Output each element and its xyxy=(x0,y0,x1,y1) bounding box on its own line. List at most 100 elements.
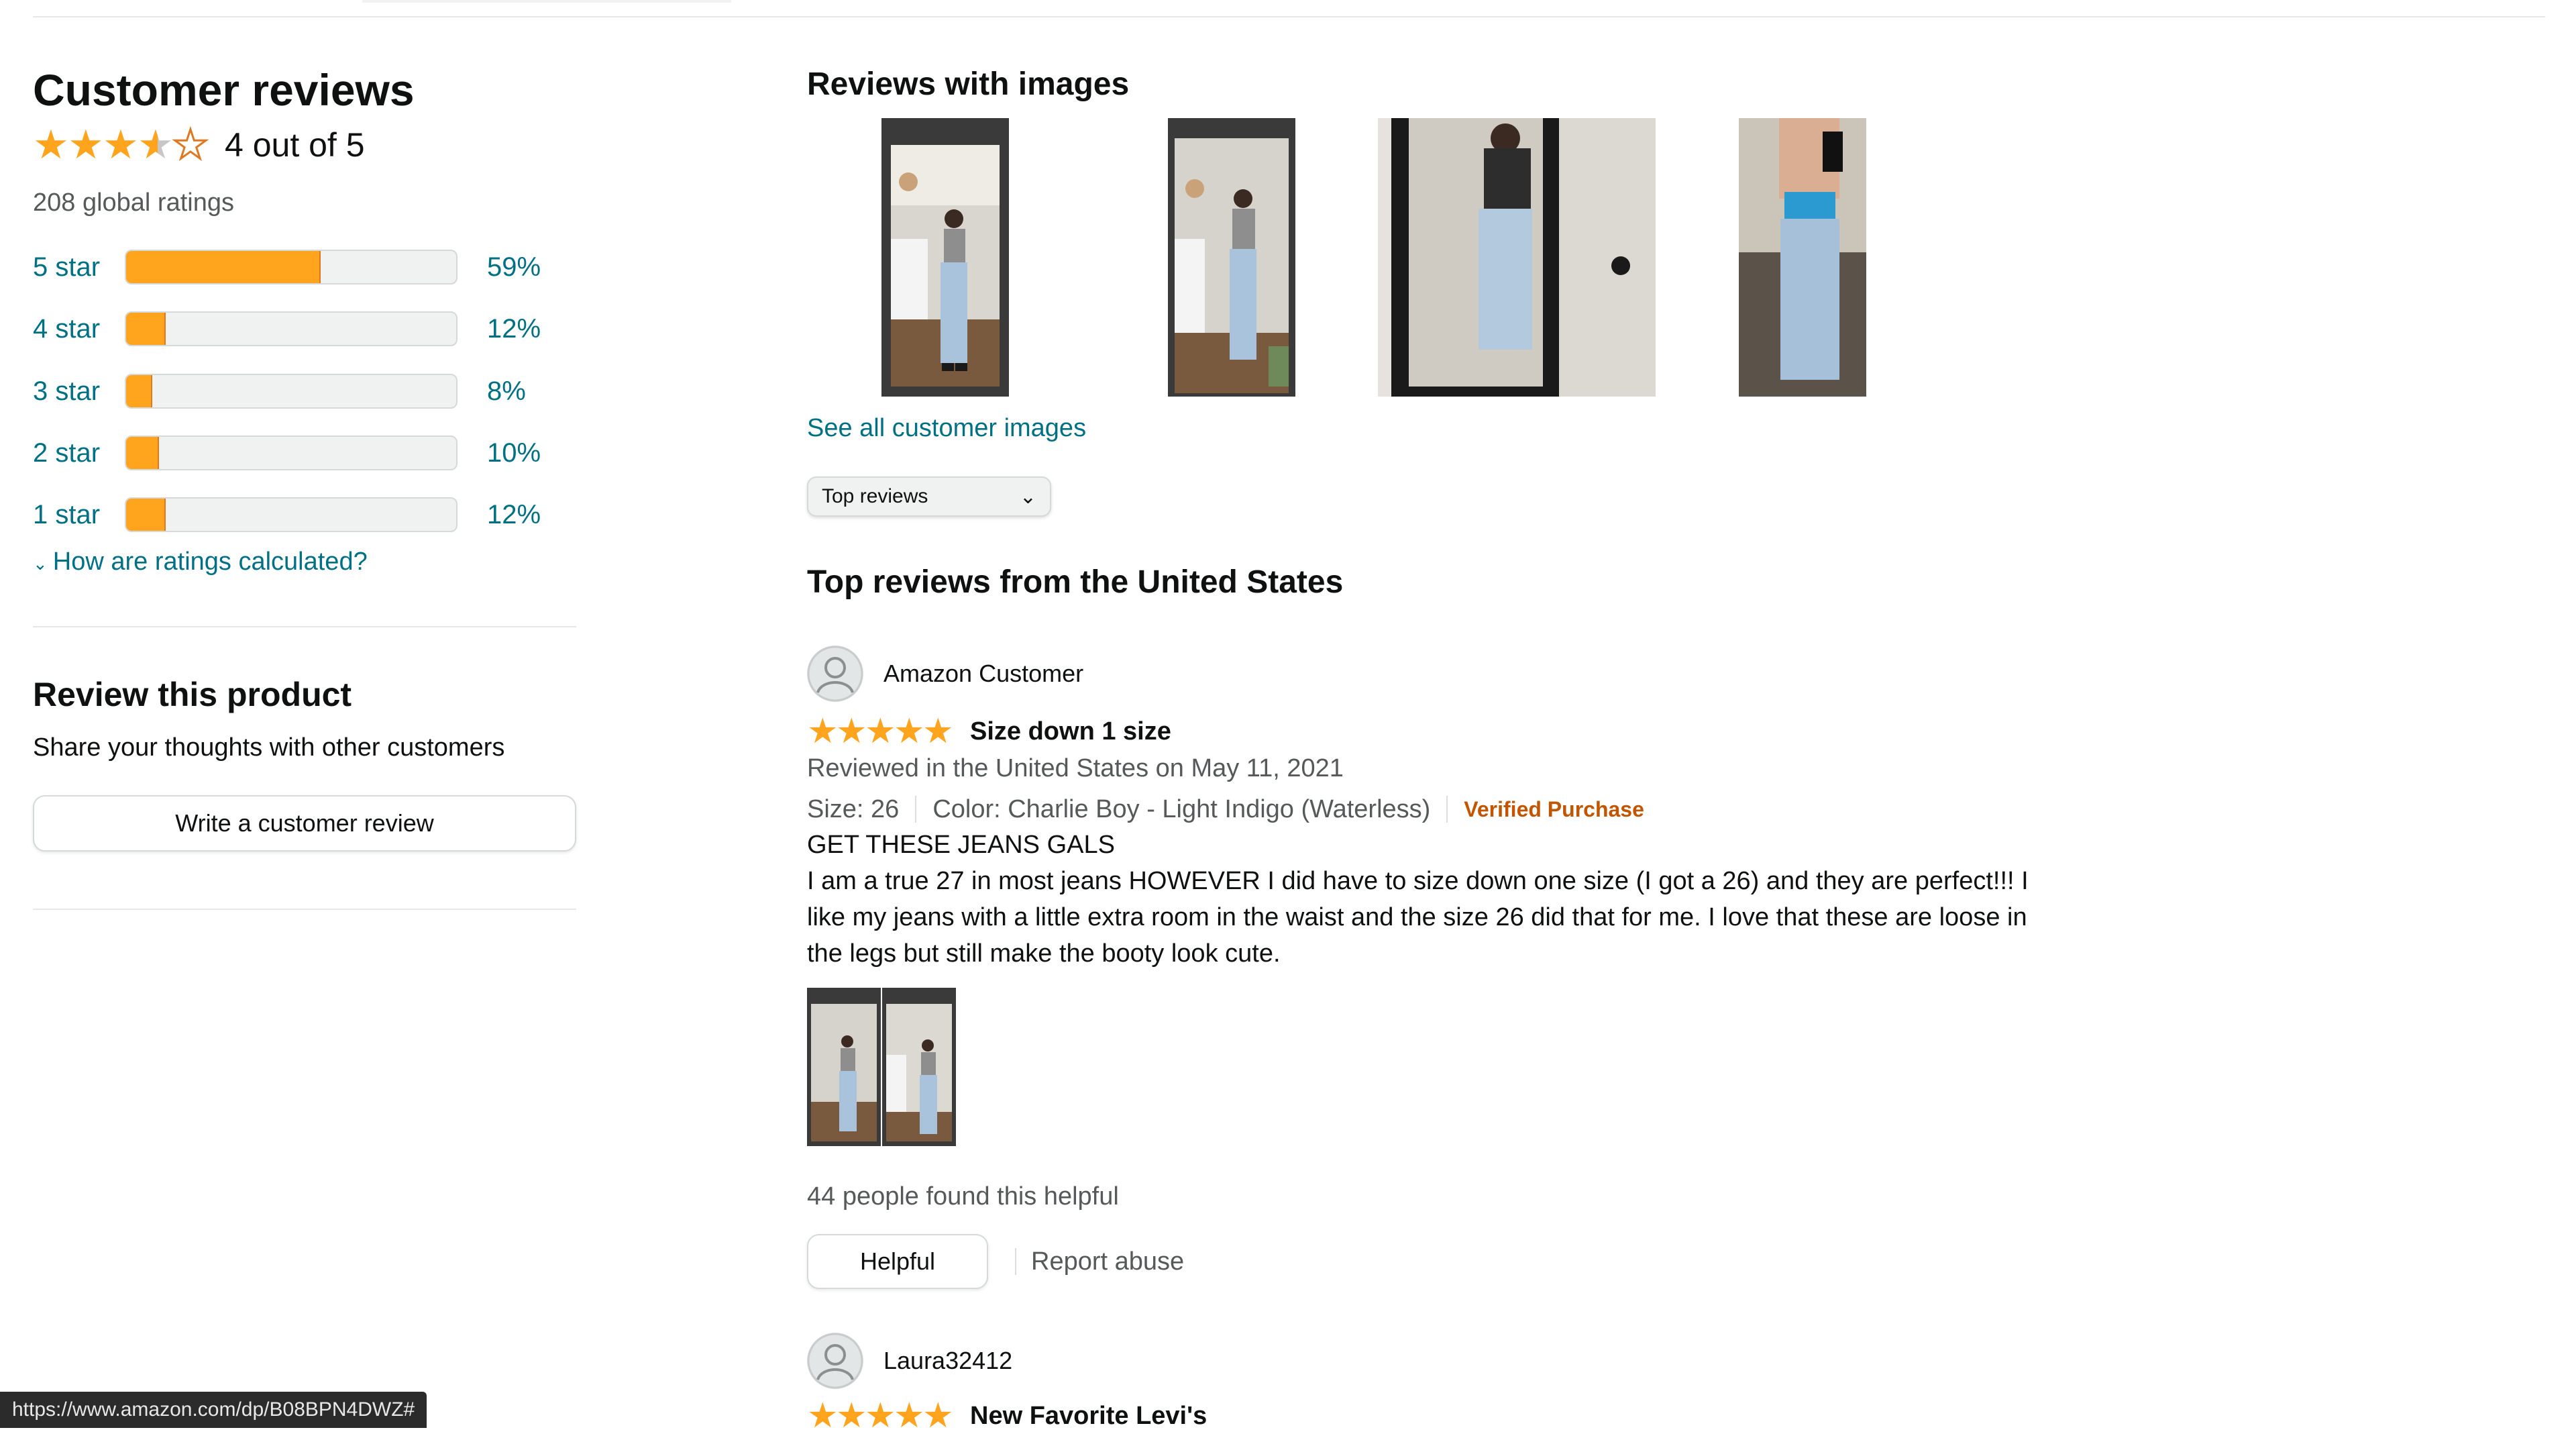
top-tab-edge xyxy=(362,0,731,3)
histogram-fill xyxy=(126,437,160,469)
histogram-percent[interactable]: 10% xyxy=(487,438,541,468)
helpful-button[interactable]: Helpful xyxy=(807,1234,988,1289)
report-abuse-link[interactable]: Report abuse xyxy=(1031,1247,1184,1276)
histogram-label[interactable]: 5 star xyxy=(33,252,125,283)
reviews-with-images-heading: Reviews with images xyxy=(807,66,1130,102)
histogram-row-4[interactable]: 4 star 12% xyxy=(33,305,576,352)
star-full-icon: ★ xyxy=(836,712,867,751)
how-ratings-calculated-label: How are ratings calculated? xyxy=(52,548,368,576)
customer-image-thumbnail[interactable] xyxy=(1739,118,1866,397)
star-full-icon: ★ xyxy=(836,1396,867,1435)
star-half-icon: ★ xyxy=(138,122,174,167)
star-full-icon: ★ xyxy=(68,122,104,167)
rating-text: 4 out of 5 xyxy=(225,126,365,164)
review-title-row[interactable]: ★ ★ ★ ★ ★ New Favorite Levi's xyxy=(807,1396,1207,1436)
star-full-icon: ★ xyxy=(894,1396,925,1435)
review-actions: Helpful Report abuse xyxy=(807,1233,1184,1290)
write-review-button[interactable]: Write a customer review xyxy=(33,795,576,852)
user-icon xyxy=(807,646,863,702)
star-full-icon: ★ xyxy=(922,712,954,751)
mirror-selfie-image xyxy=(1378,118,1656,397)
histogram-fill xyxy=(126,375,153,407)
histogram-bar[interactable] xyxy=(125,497,458,532)
review-product-heading: Review this product xyxy=(33,676,352,713)
histogram-percent[interactable]: 12% xyxy=(487,314,541,344)
star-full-icon: ★ xyxy=(922,1396,954,1435)
how-ratings-calculated-link[interactable]: ⌄ How are ratings calculated? xyxy=(33,548,368,576)
mirror-selfie-image xyxy=(881,118,1009,397)
review-size[interactable]: Size: 26 xyxy=(807,795,899,824)
review-image-thumbnail[interactable] xyxy=(882,988,956,1146)
section-divider xyxy=(33,626,576,627)
section-divider xyxy=(33,909,576,910)
star-full-icon: ★ xyxy=(865,1396,896,1435)
status-bar-url: https://www.amazon.com/dp/B08BPN4DWZ# xyxy=(0,1392,427,1428)
separator xyxy=(1446,796,1448,823)
global-ratings-count: 208 global ratings xyxy=(33,189,234,217)
avatar xyxy=(807,646,863,702)
review-color[interactable]: Color: Charlie Boy - Light Indigo (Water… xyxy=(932,795,1430,824)
review-photo-image xyxy=(807,988,881,1146)
review-headline: GET THESE JEANS GALS xyxy=(807,831,1115,859)
star-full-icon: ★ xyxy=(807,1396,839,1435)
separator xyxy=(915,796,917,823)
reviewer-name: Amazon Customer xyxy=(883,660,1084,687)
review-images xyxy=(807,988,957,1146)
customer-image-thumbnail[interactable] xyxy=(1168,118,1295,397)
average-rating[interactable]: ★ ★ ★ ★ ★ 4 out of 5 xyxy=(33,122,365,167)
reviewer-profile[interactable]: Amazon Customer xyxy=(807,646,1083,702)
histogram-row-3[interactable]: 3 star 8% xyxy=(33,368,576,415)
review-title[interactable]: New Favorite Levi's xyxy=(970,1402,1207,1431)
chevron-down-icon: ⌄ xyxy=(33,554,48,574)
histogram-fill xyxy=(126,313,166,345)
customer-image-thumbnail[interactable] xyxy=(1378,118,1656,397)
review-attributes: Size: 26 Color: Charlie Boy - Light Indi… xyxy=(807,789,1644,829)
top-reviews-heading: Top reviews from the United States xyxy=(807,564,1344,600)
histogram-bar[interactable] xyxy=(125,374,458,409)
customer-image-thumbnail[interactable] xyxy=(881,118,1009,397)
histogram-bar[interactable] xyxy=(125,435,458,470)
chevron-down-icon: ⌄ xyxy=(1019,485,1036,508)
star-full-icon: ★ xyxy=(33,122,69,167)
review-photo-image xyxy=(882,988,956,1146)
review-product-subtext: Share your thoughts with other customers xyxy=(33,733,505,762)
histogram-bar[interactable] xyxy=(125,311,458,346)
review-body: I am a true 27 in most jeans HOWEVER I d… xyxy=(807,867,2029,968)
histogram-fill xyxy=(126,499,166,531)
see-all-images-link[interactable]: See all customer images xyxy=(807,414,1086,443)
histogram-row-5[interactable]: 5 star 59% xyxy=(33,244,576,291)
histogram-fill xyxy=(126,251,321,283)
histogram-percent[interactable]: 59% xyxy=(487,252,541,283)
histogram-row-2[interactable]: 2 star 10% xyxy=(33,429,576,476)
histogram-row-1[interactable]: 1 star 12% xyxy=(33,491,576,538)
verified-purchase-badge: Verified Purchase xyxy=(1464,797,1644,821)
star-full-icon: ★ xyxy=(103,122,139,167)
histogram-percent[interactable]: 8% xyxy=(487,376,526,407)
review-title[interactable]: Size down 1 size xyxy=(970,717,1171,746)
average-stars: ★ ★ ★ ★ ★ xyxy=(33,122,210,167)
mirror-selfie-image xyxy=(1739,118,1866,397)
review-title-row[interactable]: ★ ★ ★ ★ ★ Size down 1 size xyxy=(807,711,1171,752)
histogram-label[interactable]: 3 star xyxy=(33,376,125,407)
separator xyxy=(1015,1248,1016,1275)
star-empty-icon: ★ xyxy=(172,122,210,167)
review-date: Reviewed in the United States on May 11,… xyxy=(807,754,1344,782)
star-full-icon: ★ xyxy=(807,712,839,751)
customer-reviews-heading: Customer reviews xyxy=(33,65,415,115)
histogram-percent[interactable]: 12% xyxy=(487,500,541,530)
sort-selected-value: Top reviews xyxy=(822,485,928,507)
avatar xyxy=(807,1333,863,1389)
sort-reviews-select[interactable]: Top reviews ⌄ xyxy=(807,476,1051,517)
reviewer-name: Laura32412 xyxy=(883,1347,1013,1374)
histogram-bar[interactable] xyxy=(125,250,458,285)
reviewer-profile[interactable]: Laura32412 xyxy=(807,1333,1012,1389)
histogram-label[interactable]: 4 star xyxy=(33,314,125,344)
star-full-icon: ★ xyxy=(894,712,925,751)
mirror-selfie-image xyxy=(1168,118,1295,397)
helpful-count: 44 people found this helpful xyxy=(807,1182,1119,1211)
histogram-label[interactable]: 1 star xyxy=(33,500,125,530)
top-divider xyxy=(33,16,2545,17)
star-full-icon: ★ xyxy=(865,712,896,751)
histogram-label[interactable]: 2 star xyxy=(33,438,125,468)
review-image-thumbnail[interactable] xyxy=(807,988,881,1146)
